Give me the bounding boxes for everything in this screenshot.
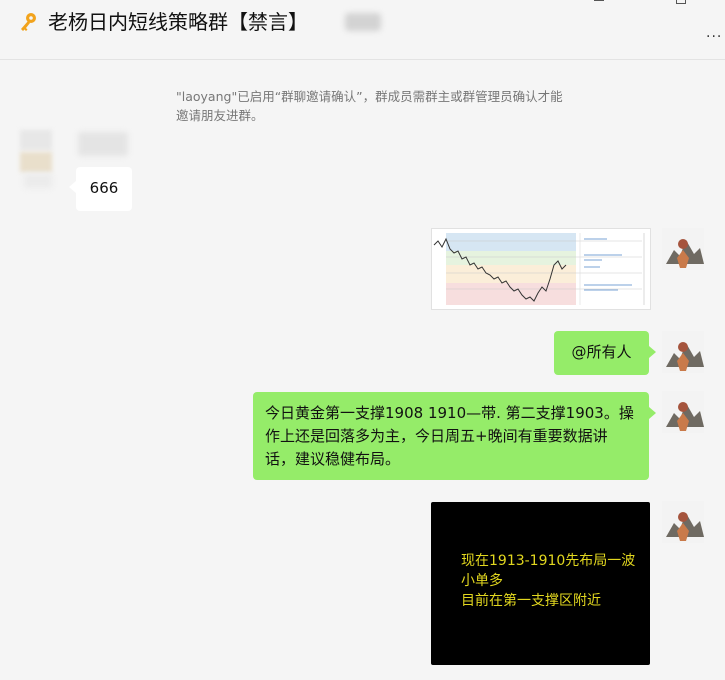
- sender-name-blurred: [78, 132, 128, 156]
- message-bubble-gold-support[interactable]: 今日黄金第一支撑1908 1910—带. 第二支撑1903。操作上还是回落多为主…: [253, 392, 649, 480]
- more-icon[interactable]: ...: [706, 26, 722, 40]
- image-overlay-text: 现在1913-1910先布局一波 小单多 目前在第一支撑区附近: [461, 551, 635, 611]
- overlay-line: 目前在第一支撑区附近: [461, 593, 601, 609]
- blurred-title-suffix: [345, 13, 381, 31]
- system-message: "laoyang"已启用“群聊邀请确认”，群成员需群主或群管理员确认才能邀请朋友…: [176, 89, 563, 123]
- maximize-icon[interactable]: [676, 0, 686, 4]
- message-bubble-666[interactable]: 666: [76, 167, 132, 211]
- avatar-blur-bottom: [24, 174, 52, 188]
- avatar-image: [662, 331, 704, 373]
- minimize-icon[interactable]: [594, 0, 604, 2]
- avatar-self[interactable]: [662, 331, 704, 373]
- avatar-blur-top: [20, 130, 52, 150]
- message-text: @所有人: [571, 343, 632, 361]
- overlay-line: 小单多: [461, 573, 503, 589]
- avatar-blur-middle: [20, 152, 52, 172]
- avatar-image: [662, 501, 704, 543]
- key-icon: [21, 13, 36, 31]
- message-text: 666: [89, 179, 119, 197]
- message-bubble-mention-all[interactable]: @所有人: [554, 331, 649, 375]
- avatar[interactable]: [20, 130, 58, 190]
- avatar-self[interactable]: [662, 228, 704, 270]
- message-text: 今日黄金第一支撑1908 1910—带. 第二支撑1903。操作上还是回落多为主…: [265, 404, 634, 468]
- bubble-tail: [69, 181, 76, 193]
- avatar-self[interactable]: [662, 501, 704, 543]
- bubble-tail: [649, 346, 656, 358]
- chart-thumbnail: [433, 233, 645, 305]
- image-message-strategy[interactable]: 现在1913-1910先布局一波 小单多 目前在第一支撑区附近: [431, 502, 650, 665]
- overlay-line: 现在1913-1910先布局一波: [461, 553, 636, 569]
- avatar-self[interactable]: [662, 391, 704, 433]
- avatar-image: [662, 391, 704, 433]
- bubble-tail: [649, 407, 656, 419]
- chart-image-message[interactable]: [431, 228, 651, 310]
- chat-title[interactable]: 老杨日内短线策略群【禁言】: [48, 7, 308, 37]
- chat-header: 老杨日内短线策略群【禁言】 ...: [0, 0, 725, 60]
- avatar-image: [662, 228, 704, 270]
